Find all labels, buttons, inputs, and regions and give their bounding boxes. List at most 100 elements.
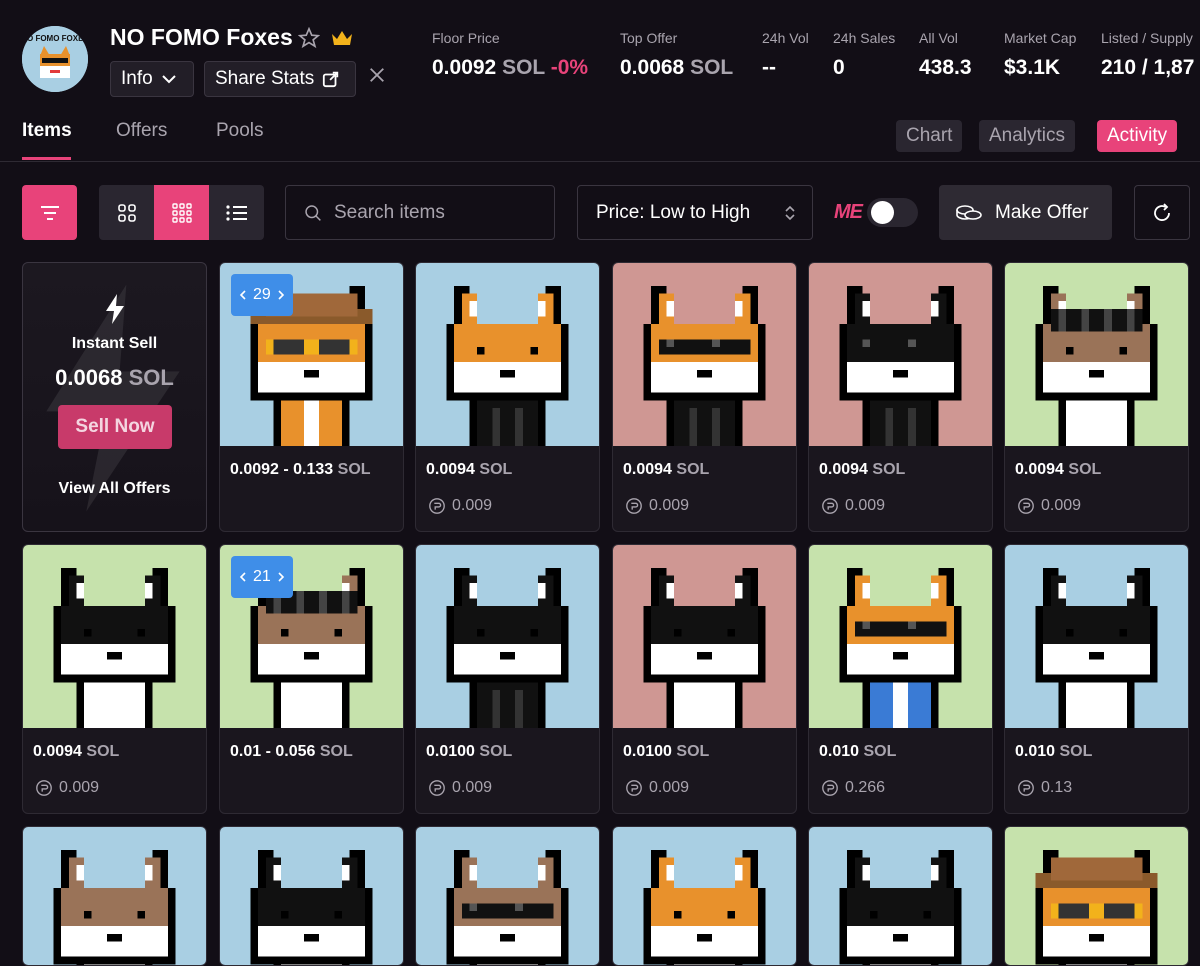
nft-price: 0.01 - 0.056 SOL xyxy=(230,743,353,760)
nft-card[interactable] xyxy=(22,826,207,966)
share-label: Share Stats xyxy=(215,68,315,89)
stat-listed-supply: Listed / Supply 210 / 1,87 xyxy=(1101,30,1195,79)
nft-price: 0.0094 SOL xyxy=(33,743,120,760)
nft-card[interactable]: 0.010 SOL 0.266 xyxy=(808,544,993,814)
star-icon[interactable] xyxy=(298,27,320,49)
nft-image xyxy=(613,545,796,728)
refresh-button[interactable] xyxy=(1134,185,1190,240)
nft-card[interactable] xyxy=(219,826,404,966)
last-sale: 0.009 xyxy=(1017,497,1081,515)
last-sale: 0.009 xyxy=(428,779,492,797)
nft-card[interactable]: 29 0.0092 - 0.133 SOL xyxy=(219,262,404,532)
view-large-grid-button[interactable] xyxy=(99,185,154,240)
nft-card[interactable]: 0.0094 SOL 0.009 xyxy=(612,262,797,532)
tab-items[interactable]: Items xyxy=(22,120,72,142)
chevron-down-icon xyxy=(161,75,176,84)
magic-eden-toggle[interactable] xyxy=(867,198,918,227)
tab-activity[interactable]: Activity xyxy=(1097,120,1178,152)
info-dropdown-button[interactable]: Info xyxy=(110,61,194,97)
magic-eden-logo: ME xyxy=(834,201,863,223)
sort-chevrons-icon xyxy=(785,205,795,220)
lightning-icon xyxy=(105,294,124,324)
x-icon xyxy=(370,68,384,82)
nft-card[interactable] xyxy=(808,826,993,966)
sell-now-button[interactable]: Sell Now xyxy=(58,405,172,449)
nft-card[interactable]: 21 0.01 - 0.056 SOL xyxy=(219,544,404,814)
view-small-grid-button[interactable] xyxy=(154,185,209,240)
tab-chart[interactable]: Chart xyxy=(896,120,963,152)
nft-card[interactable] xyxy=(415,826,600,966)
filter-button[interactable] xyxy=(22,185,77,240)
nft-image xyxy=(416,827,599,965)
nft-card[interactable]: 0.0100 SOL 0.009 xyxy=(415,544,600,814)
last-sale-icon xyxy=(429,498,445,514)
nft-image xyxy=(1005,545,1188,728)
share-stats-button[interactable]: Share Stats xyxy=(204,61,356,97)
nft-card[interactable] xyxy=(1004,826,1189,966)
instant-sell-title: Instant Sell xyxy=(71,335,158,352)
nft-card[interactable]: 0.0100 SOL 0.009 xyxy=(612,544,797,814)
stat-24h-sales: 24h Sales 0 xyxy=(833,30,896,79)
fox-art-icon xyxy=(416,263,599,446)
chevron-left-icon xyxy=(239,290,246,300)
collection-logo: NO FOMO FOXES xyxy=(22,26,88,92)
fox-art-icon xyxy=(613,263,796,446)
tab-pools[interactable]: Pools xyxy=(216,120,264,142)
tabs-divider xyxy=(0,161,1200,162)
view-all-offers-link[interactable]: View All Offers xyxy=(23,480,206,498)
nft-price: 0.0094 SOL xyxy=(426,461,513,478)
tab-analytics[interactable]: Analytics xyxy=(979,120,1076,152)
nft-image xyxy=(23,827,206,965)
instant-sell-card: Instant Sell 0.0068 SOL Sell Now View Al… xyxy=(22,262,207,532)
nft-image xyxy=(809,545,992,728)
make-offer-label: Make Offer xyxy=(995,201,1089,223)
nft-image xyxy=(1005,263,1188,446)
last-sale-icon xyxy=(626,780,642,796)
nft-image xyxy=(809,263,992,446)
bundle-count-badge[interactable]: 21 xyxy=(231,556,293,598)
search-input[interactable] xyxy=(332,200,536,225)
nft-card[interactable]: 0.0094 SOL 0.009 xyxy=(1004,262,1189,532)
share-icon xyxy=(323,71,339,88)
sort-select[interactable]: Price: Low to High xyxy=(577,185,813,240)
last-sale: 0.009 xyxy=(35,779,99,797)
last-sale-icon xyxy=(822,780,838,796)
nft-card[interactable]: 0.0094 SOL 0.009 xyxy=(415,262,600,532)
search-box xyxy=(285,185,555,240)
coins-icon xyxy=(956,204,982,220)
search-icon xyxy=(305,204,321,221)
nft-image xyxy=(613,263,796,446)
view-list-button[interactable] xyxy=(209,185,264,240)
last-sale-icon xyxy=(429,780,445,796)
grid-large-icon xyxy=(117,203,136,222)
nft-card[interactable]: 0.010 SOL 0.13 xyxy=(1004,544,1189,814)
svg-text:NO FOMO FOXES: NO FOMO FOXES xyxy=(22,34,88,43)
nft-price: 0.010 SOL xyxy=(1015,743,1093,760)
fox-art-icon xyxy=(809,827,992,965)
fox-art-icon xyxy=(1005,545,1188,728)
nft-card[interactable]: 0.0094 SOL 0.009 xyxy=(22,544,207,814)
make-offer-button[interactable]: Make Offer xyxy=(939,185,1112,240)
nft-card[interactable] xyxy=(612,826,797,966)
fox-art-icon xyxy=(613,545,796,728)
nft-image xyxy=(613,827,796,965)
fox-art-icon xyxy=(809,545,992,728)
fox-art-icon xyxy=(1005,263,1188,446)
fox-logo-icon: NO FOMO FOXES xyxy=(22,26,88,92)
nft-image xyxy=(809,827,992,965)
last-sale-icon xyxy=(1018,498,1034,514)
nft-image xyxy=(220,827,403,965)
nft-card[interactable]: 0.0094 SOL 0.009 xyxy=(808,262,993,532)
nft-image xyxy=(23,545,206,728)
stat-24h-vol: 24h Vol -- xyxy=(762,30,809,79)
tab-offers[interactable]: Offers xyxy=(116,120,167,142)
last-sale: 0.009 xyxy=(625,497,689,515)
filter-icon xyxy=(40,205,59,220)
view-mode-group xyxy=(99,185,264,240)
bundle-count-badge[interactable]: 29 xyxy=(231,274,293,316)
sort-label: Price: Low to High xyxy=(596,201,751,223)
nft-image: 29 xyxy=(220,263,403,446)
fox-art-icon xyxy=(416,827,599,965)
last-sale: 0.009 xyxy=(428,497,492,515)
x-social-link[interactable] xyxy=(368,66,386,89)
